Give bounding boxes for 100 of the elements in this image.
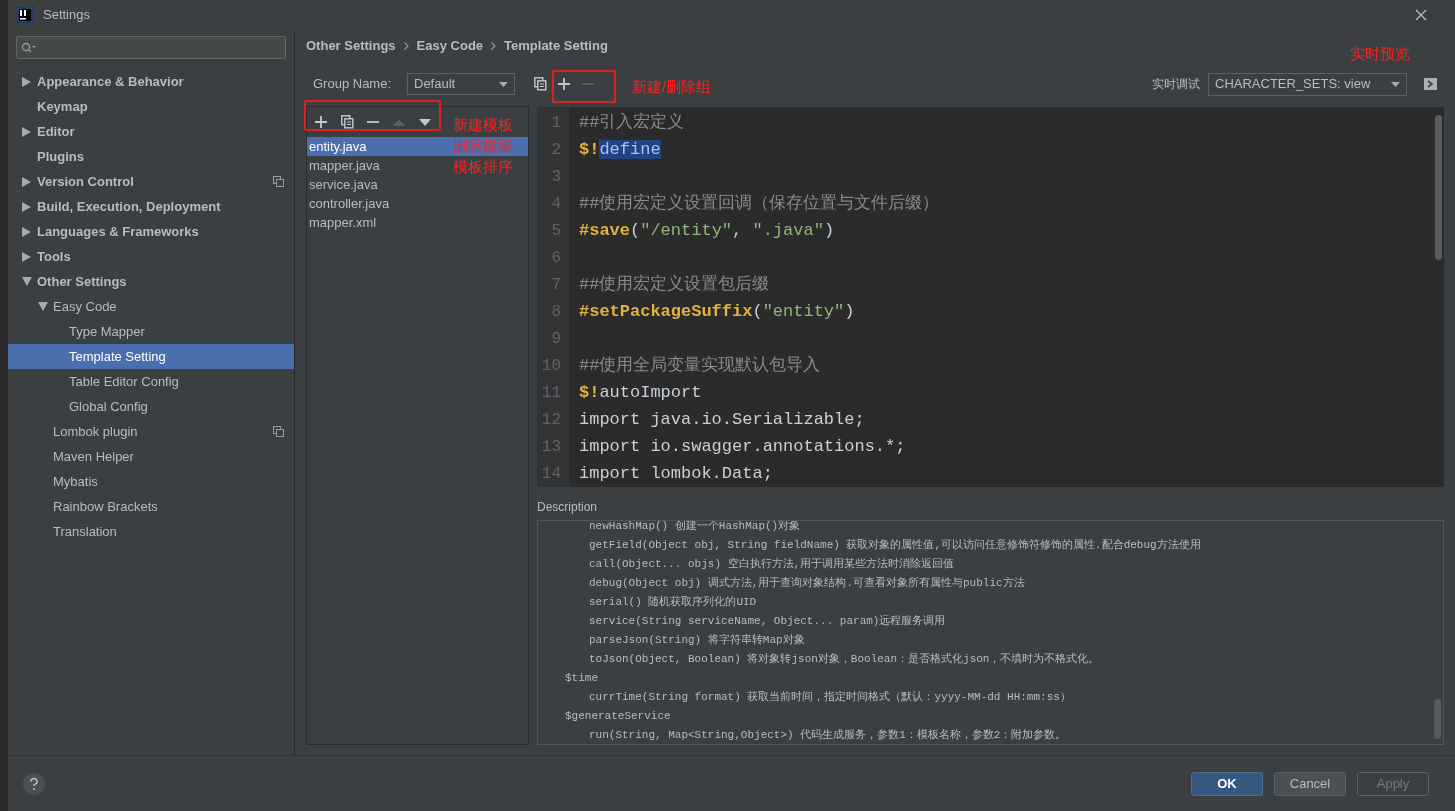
expand-arrow-icon[interactable]: [22, 201, 31, 212]
tree-label: Global Config: [69, 397, 149, 416]
search-field[interactable]: [16, 36, 286, 59]
down-arrow-icon[interactable]: [419, 118, 431, 126]
tree-item[interactable]: Other Settings: [8, 269, 294, 294]
tree-item[interactable]: Template Setting: [8, 344, 294, 369]
tree-item[interactable]: Rainbow Brackets: [8, 494, 294, 519]
template-item[interactable]: mapper.java: [307, 156, 382, 175]
help-icon[interactable]: [23, 772, 45, 795]
code-line: ##使用宏定义设置回调（保存位置与文件后缀）: [579, 192, 940, 215]
tree-item[interactable]: Editor: [8, 119, 294, 144]
tree-label: Table Editor Config: [69, 372, 180, 391]
description-line: run(String, Map<String,Object>) 代码生成服务，参数1：模板名称，参数2：附加参数。: [589, 728, 1067, 744]
copy-icon[interactable]: [340, 115, 354, 129]
tree-item[interactable]: Keymap: [8, 94, 294, 119]
debug-dropdown[interactable]: CHARACTER_SETS: view: [1208, 72, 1407, 96]
tree-label: Appearance & Behavior: [37, 72, 185, 91]
tree-label: Tools: [37, 247, 72, 266]
collapse-arrow-icon[interactable]: [38, 302, 48, 311]
description-line: newHashMap() 创建一个HashMap()对象: [589, 521, 801, 535]
plus-icon[interactable]: [315, 116, 327, 128]
description-line: service(String serviceName, Object... param)远程服务调用: [589, 614, 946, 630]
chevron-icon: [403, 42, 409, 50]
tree-item[interactable]: Type Mapper: [8, 319, 294, 344]
tree-item[interactable]: Lombok plugin: [8, 419, 294, 444]
tree-label: Plugins: [37, 147, 85, 166]
tree-label: Editor: [37, 122, 76, 141]
annotation-text: 新建模板: [453, 115, 513, 135]
tree-item[interactable]: Build, Execution, Deployment: [8, 194, 294, 219]
template-item[interactable]: controller.java: [307, 194, 392, 213]
tree-label: Type Mapper: [69, 322, 146, 341]
annotation-text: 模板排序: [453, 157, 513, 177]
tree-item[interactable]: Appearance & Behavior: [8, 69, 294, 94]
highlight-frame: [552, 70, 616, 103]
tree-item[interactable]: Easy Code: [8, 294, 294, 319]
breadcrumb-item[interactable]: Easy Code: [416, 36, 484, 56]
tree-label: Languages & Frameworks: [37, 222, 200, 241]
tree-item[interactable]: Translation: [8, 519, 294, 544]
breadcrumb-item[interactable]: Other Settings: [306, 36, 396, 56]
plus-icon[interactable]: [558, 78, 570, 90]
description-line: debug(Object obj) 调式方法,用于查询对象结构.可查看对象所有属性与public方法: [589, 576, 1025, 592]
annotation-text: 实时预览: [1350, 44, 1410, 64]
tree-item[interactable]: Languages & Frameworks: [8, 219, 294, 244]
code-line: #setPackageSuffix("entity"): [579, 300, 855, 323]
dialog-button[interactable]: Cancel: [1274, 771, 1346, 796]
breadcrumb-item[interactable]: Template Setting: [504, 36, 608, 56]
scrollbar[interactable]: [1435, 115, 1442, 260]
caret-icon: [1391, 81, 1400, 87]
tree-label: Version Control: [37, 172, 135, 191]
tree-item[interactable]: Global Config: [8, 394, 294, 419]
debug-label: 实时调试: [1152, 76, 1200, 93]
expand-arrow-icon[interactable]: [22, 226, 31, 237]
tree-label: Mybatis: [53, 472, 99, 491]
annotation-text: 新建/删除组: [632, 77, 712, 97]
tree-item[interactable]: Tools: [8, 244, 294, 269]
caret-icon: [499, 81, 508, 87]
code-line: ##使用全局变量实现默认包导入: [579, 354, 821, 377]
tree-item[interactable]: Mybatis: [8, 469, 294, 494]
tree-label: Other Settings: [37, 272, 128, 291]
group-dropdown[interactable]: Default: [407, 73, 515, 95]
code-editor[interactable]: [537, 107, 1444, 487]
description-line: parseJson(String) 将字符串转Map对象: [589, 633, 805, 649]
expand-arrow-icon[interactable]: [22, 126, 31, 137]
tree-label: Translation: [53, 522, 118, 541]
tree-item[interactable]: Table Editor Config: [8, 369, 294, 394]
code-line: ##使用宏定义设置包后缀: [579, 273, 770, 296]
expand-arrow-icon[interactable]: [22, 76, 31, 87]
tree-item[interactable]: Maven Helper: [8, 444, 294, 469]
code-line: import io.swagger.annotations.*;: [579, 435, 906, 458]
code-line: import java.io.Serializable;: [579, 408, 865, 431]
annotation-text: 删除模板: [453, 136, 513, 156]
expand-arrow-icon[interactable]: [22, 251, 31, 262]
code-line: $!autoImport: [579, 381, 702, 404]
tree-label: Keymap: [37, 97, 89, 116]
description-line: serial() 随机获取序列化的UID: [589, 595, 757, 611]
tree-item[interactable]: Version Control: [8, 169, 294, 194]
tree-label: Build, Execution, Deployment: [37, 197, 222, 216]
tree-label: Lombok plugin: [53, 422, 139, 441]
template-item[interactable]: service.java: [307, 175, 380, 194]
copy-icon: [273, 426, 284, 437]
collapse-arrow-icon[interactable]: [22, 277, 32, 286]
tree-label: Easy Code: [53, 297, 118, 316]
description-line: currTime(String format) 获取当前时间，指定时间格式（默认：yyyy-MM-dd HH:mm:ss）: [589, 690, 1071, 706]
search-icon: [21, 41, 37, 54]
close-icon[interactable]: [1415, 9, 1427, 21]
description-line: toJson(Object, Boolean) 将对象转json对象，Boolean：是否格式化json，不填时为不格式化。: [589, 652, 1100, 668]
copy-icon[interactable]: [533, 77, 547, 91]
template-item[interactable]: mapper.xml: [307, 213, 379, 232]
chevron-icon: [491, 42, 497, 50]
code-line: #save("/entity", ".java"): [579, 219, 835, 242]
description-label: Description: [537, 499, 599, 516]
tree-item[interactable]: Plugins: [8, 144, 294, 169]
run-icon[interactable]: [1424, 78, 1437, 90]
dialog-button[interactable]: OK: [1191, 771, 1263, 796]
copy-icon: [273, 176, 284, 187]
code-line: import lombok.Data;: [579, 462, 773, 485]
scrollbar[interactable]: [1434, 699, 1441, 739]
description-line: $generateService: [565, 709, 671, 725]
expand-arrow-icon[interactable]: [22, 176, 31, 187]
tree-label: Maven Helper: [53, 447, 135, 466]
